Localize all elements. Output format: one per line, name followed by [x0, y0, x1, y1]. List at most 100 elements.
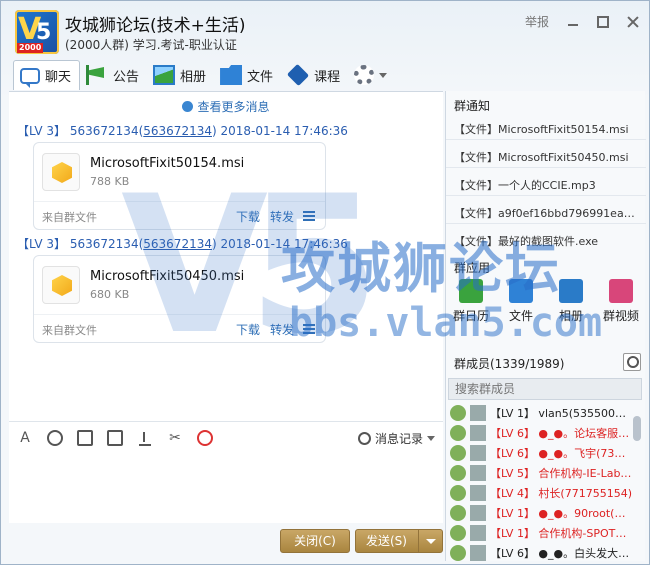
member-name: 【LV 4】 村长(771755154) — [490, 487, 632, 500]
member-row[interactable]: 【LV 6】 ●_●。论坛客服(+... — [446, 423, 632, 443]
group-logo[interactable]: V 5 2000 — [15, 10, 59, 54]
member-row[interactable]: 【LV 1】 ●_●。90root(5212... — [446, 503, 632, 523]
app-files[interactable]: 文件 — [496, 279, 546, 324]
send-options-chevron-icon[interactable] — [418, 530, 442, 552]
clock-icon — [182, 101, 194, 112]
folder-icon — [509, 279, 533, 303]
report-link[interactable]: 举报 — [525, 13, 549, 30]
maximize-icon[interactable] — [597, 15, 609, 28]
course-icon — [286, 63, 310, 87]
hamburger-menu-icon[interactable] — [303, 211, 315, 221]
avatar — [470, 545, 486, 561]
divider — [446, 223, 646, 224]
close-icon[interactable] — [627, 16, 639, 28]
member-status-icon — [450, 465, 466, 481]
tab-files[interactable]: 文件 — [214, 60, 281, 90]
member-list-scrollbar[interactable] — [633, 416, 641, 441]
qq-group-window: V 5 2000 攻城狮论坛(技术+生活) (2000人群) 学习.考试-职业认… — [0, 0, 650, 565]
chevron-down-icon — [379, 72, 388, 78]
image-icon[interactable] — [107, 429, 123, 446]
file-name[interactable]: MicrosoftFixit50154.msi — [90, 156, 244, 171]
avatar — [470, 525, 486, 541]
notice-item[interactable]: 【文件】a9f0ef16bbd796991ea3558... — [454, 205, 640, 221]
forward-link[interactable]: 转发 — [270, 321, 294, 338]
member-row[interactable]: 【LV 1】 合作机构-SPOTO(... — [446, 523, 632, 543]
chat-history[interactable]: 查看更多消息 【LV 3】 563672134(563672134) 2018-… — [9, 91, 443, 421]
member-row[interactable]: 【LV 5】 合作机构-IE-Lab(... — [446, 463, 632, 483]
file-size: 788 KB — [90, 175, 130, 188]
tab-course[interactable]: 课程 — [281, 60, 348, 90]
send-button[interactable]: 发送(S) — [355, 529, 443, 553]
settings-menu[interactable] — [348, 60, 395, 90]
member-name: 【LV 1】 合作机构-SPOTO(... — [490, 527, 632, 540]
member-status-icon — [450, 405, 466, 421]
notice-item[interactable]: 【文件】一个人的CCIE.mp3 — [454, 177, 640, 193]
more-messages-link[interactable]: 查看更多消息 — [9, 98, 443, 115]
notice-item[interactable]: 【文件】MicrosoftFixit50154.msi — [454, 121, 640, 137]
avatar — [470, 425, 486, 441]
member-name: 【LV 5】 合作机构-IE-Lab(... — [490, 467, 632, 480]
apps-title: 群应用 — [454, 261, 491, 275]
tab-notice[interactable]: 公告 — [80, 60, 147, 90]
member-status-icon — [450, 425, 466, 441]
file-source: 来自群文件 — [42, 211, 97, 224]
message-record-label: 消息记录 — [374, 432, 423, 446]
app-video[interactable]: 群视频 — [596, 279, 646, 324]
divider — [446, 167, 646, 168]
file-source: 来自群文件 — [42, 324, 97, 337]
file-name[interactable]: MicrosoftFixit50450.msi — [90, 269, 244, 284]
download-link[interactable]: 下载 — [236, 208, 260, 225]
main-tabs: 聊天 公告 相册 文件 课程 — [13, 59, 395, 91]
notice-icon — [86, 65, 109, 85]
member-list[interactable]: 【LV 1】 vlan5(53550000) 【LV 6】 ●_●。论坛客服(+… — [446, 403, 632, 563]
sender-name[interactable]: 563672134 — [70, 237, 139, 251]
member-row[interactable]: 【LV 6】 ●_●。白头发大公... — [446, 543, 632, 563]
member-row[interactable]: 【LV 4】 村长(771755154) — [446, 483, 632, 503]
file-card[interactable]: MicrosoftFixit50154.msi 788 KB 来自群文件 下载 … — [33, 142, 326, 230]
message-header: 【LV 3】 563672134(563672134) 2018-01-14 1… — [17, 124, 348, 138]
message-record-button[interactable]: 消息记录 — [357, 430, 435, 447]
sender-id-link[interactable]: 563672134 — [143, 237, 212, 251]
block-icon[interactable] — [197, 429, 213, 446]
search-icon[interactable] — [623, 353, 641, 371]
member-status-icon — [450, 545, 466, 561]
avatar — [470, 465, 486, 481]
app-calendar[interactable]: 群日历 — [446, 279, 496, 324]
minimize-icon[interactable] — [567, 16, 579, 28]
group-title[interactable]: 攻城狮论坛(技术+生活) — [65, 11, 246, 36]
sender-name[interactable]: 563672134 — [70, 124, 139, 138]
scissors-icon[interactable]: ✂ — [167, 430, 183, 446]
file-card[interactable]: MicrosoftFixit50450.msi 680 KB 来自群文件 下载 … — [33, 255, 326, 343]
message-time: 2018-01-14 17:46:36 — [220, 237, 348, 251]
msi-file-icon — [42, 153, 80, 191]
tab-album-label: 相册 — [180, 69, 207, 85]
tab-notice-label: 公告 — [113, 69, 140, 85]
notice-item[interactable]: 【文件】最好的截图软件.exe — [454, 233, 640, 249]
send-label: 发送(S) — [366, 534, 407, 548]
member-search-input[interactable] — [448, 378, 642, 400]
member-row[interactable]: 【LV 1】 vlan5(53550000) — [446, 403, 632, 423]
message-input[interactable] — [9, 453, 443, 523]
member-status-icon — [450, 485, 466, 501]
font-icon[interactable]: A — [17, 430, 33, 446]
group-subtitle: (2000人群) 学习.考试-职业认证 — [65, 38, 237, 52]
file-card-footer: 来自群文件 下载 转发 — [34, 314, 325, 342]
history-clock-icon — [357, 432, 371, 445]
close-button[interactable]: 关闭(C) — [280, 529, 350, 553]
download-link[interactable]: 下载 — [236, 321, 260, 338]
hamburger-menu-icon[interactable] — [303, 324, 315, 334]
tab-chat[interactable]: 聊天 — [13, 60, 81, 90]
tab-album[interactable]: 相册 — [147, 60, 214, 90]
upload-icon[interactable] — [137, 430, 153, 446]
notice-item[interactable]: 【文件】MicrosoftFixit50450.msi — [454, 149, 640, 165]
gif-icon[interactable] — [77, 429, 93, 446]
app-album[interactable]: 相册 — [546, 279, 596, 324]
forward-link[interactable]: 转发 — [270, 208, 294, 225]
member-status-icon — [450, 525, 466, 541]
member-row[interactable]: 【LV 6】 ●_●。飞宇(73498... — [446, 443, 632, 463]
right-panel: 群通知 【文件】MicrosoftFixit50154.msi 【文件】Micr… — [445, 91, 646, 563]
sender-id-link[interactable]: 563672134 — [143, 124, 212, 138]
emoji-icon[interactable] — [47, 429, 63, 446]
sender-level: 【LV 3】 — [17, 124, 67, 138]
message-header: 【LV 3】 563672134(563672134) 2018-01-14 1… — [17, 237, 348, 251]
